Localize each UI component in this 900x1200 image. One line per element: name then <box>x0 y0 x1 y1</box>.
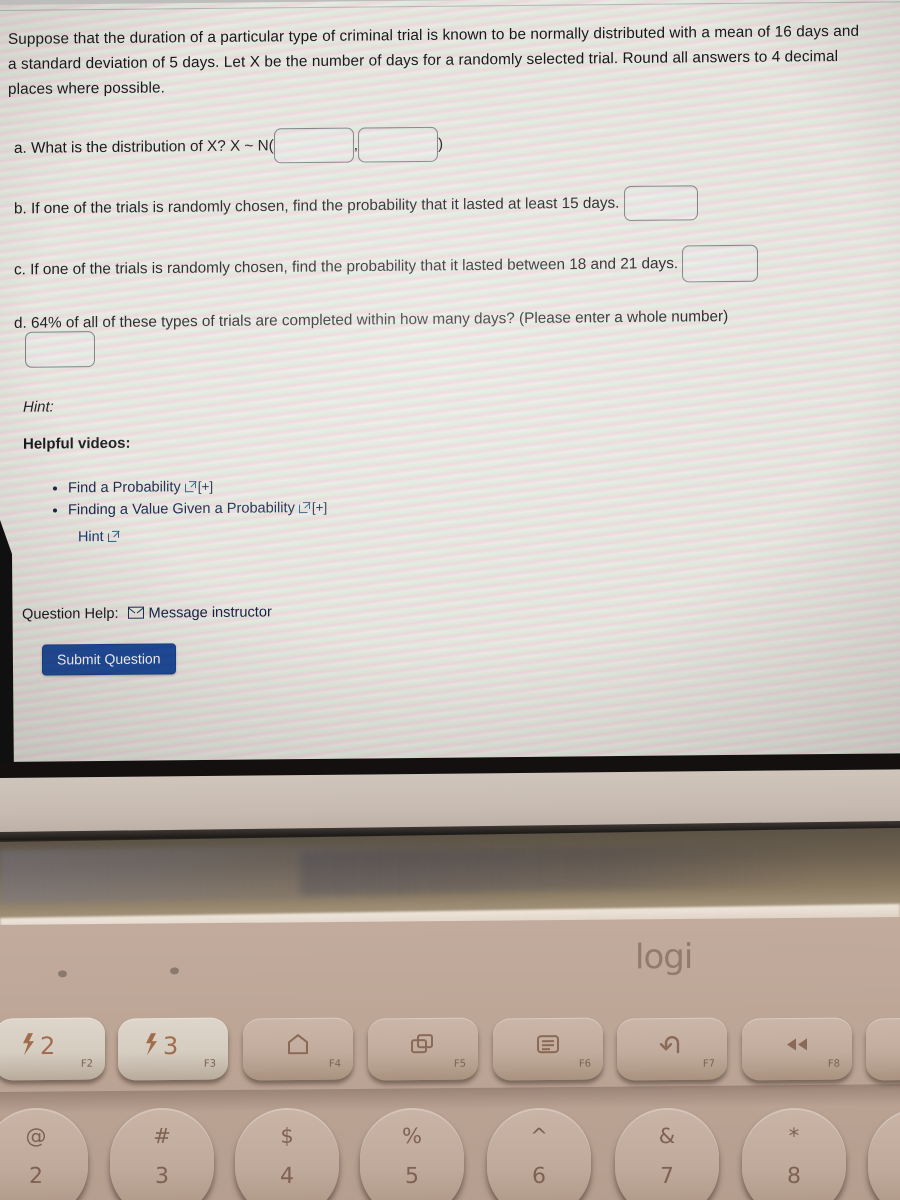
question-a-sd-input[interactable] <box>358 126 438 163</box>
key-symbol: * <box>788 1123 800 1149</box>
question-b: b. If one of the trials is randomly chos… <box>14 185 698 227</box>
key-symbol: $ <box>280 1123 294 1149</box>
hint-link-row: Hint <box>78 529 121 545</box>
photo-scene: Suppose that the duration of a particula… <box>0 0 900 1200</box>
key-label-f4: F4 <box>328 1058 341 1070</box>
key-4[interactable]: $ 4 <box>235 1107 339 1200</box>
key-label-f5: F5 <box>453 1058 466 1070</box>
key-number: 5 <box>405 1163 419 1190</box>
key-f5[interactable]: F5 <box>368 1017 478 1081</box>
keyboard-indicator-led <box>58 970 67 978</box>
question-a-close-paren: ) <box>438 135 444 153</box>
keyboard-indicator-led <box>170 967 179 975</box>
key-f4[interactable]: F4 <box>243 1017 353 1081</box>
key-symbol: ^ <box>530 1123 548 1149</box>
key-label-f8: F8 <box>827 1058 840 1070</box>
question-b-input[interactable] <box>623 185 698 222</box>
key-8[interactable]: * 8 <box>742 1107 846 1200</box>
question-d: d. 64% of all of these types of trials a… <box>14 304 728 336</box>
svg-text:3: 3 <box>163 1032 178 1057</box>
video-link-finding-a-value[interactable]: Finding a Value Given a Probability <box>68 500 295 518</box>
question-help-label: Question Help: <box>22 605 119 623</box>
svg-text:2: 2 <box>40 1032 55 1057</box>
list-item: Find a Probability [+] <box>68 476 327 499</box>
logi-brand-logo: logi <box>635 936 693 978</box>
key-f7[interactable]: F7 <box>617 1017 727 1081</box>
question-a: a. What is the distribution of X? X ~ N(… <box>14 126 444 166</box>
key-symbol: & <box>658 1123 676 1149</box>
home-icon <box>285 1032 311 1061</box>
key-number: 3 <box>155 1163 169 1190</box>
list-item: Finding a Value Given a Probability [+] <box>68 497 327 520</box>
key-f6[interactable]: F6 <box>493 1017 603 1081</box>
key-7[interactable]: & 7 <box>615 1107 719 1200</box>
external-link-icon <box>298 501 311 513</box>
key-label-f2: F2 <box>80 1058 93 1070</box>
key-symbol: % <box>402 1123 422 1149</box>
hint-title: Hint: <box>23 398 54 416</box>
key-f2[interactable]: 2 F2 <box>0 1017 105 1081</box>
question-b-label: b. If one of the trials is randomly chos… <box>14 194 620 218</box>
rewind-icon <box>782 1034 812 1059</box>
video-expand-toggle[interactable]: [+] <box>312 499 327 514</box>
key-6[interactable]: ^ 6 <box>487 1107 591 1200</box>
key-number: 7 <box>660 1163 674 1190</box>
brightness-down-icon: 2 <box>18 1031 82 1063</box>
laptop-screen: Suppose that the duration of a particula… <box>0 0 900 783</box>
external-link-icon <box>184 481 197 493</box>
question-a-mean-input[interactable] <box>273 127 354 164</box>
key-number: 2 <box>29 1163 43 1190</box>
key-number: 6 <box>532 1163 546 1190</box>
app-switcher-icon <box>409 1032 437 1061</box>
back-arrow-icon <box>658 1032 686 1061</box>
menu-list-icon <box>534 1032 562 1061</box>
question-d-input[interactable] <box>25 331 95 368</box>
problem-statement: Suppose that the duration of a particula… <box>8 22 860 98</box>
brightness-up-icon: 3 <box>141 1031 205 1063</box>
helpful-videos-list: Find a Probability [+] Finding a Value Gi… <box>46 476 327 522</box>
helpful-videos-label: Helpful videos: <box>23 434 131 453</box>
question-c-label: c. If one of the trials is randomly chos… <box>14 255 679 279</box>
external-link-icon <box>107 530 120 542</box>
key-label-f3: F3 <box>203 1058 216 1070</box>
question-d-label: d. 64% of all of these types of trials a… <box>14 308 729 332</box>
key-3[interactable]: # 3 <box>110 1107 214 1200</box>
question-a-label: a. What is the distribution of X? X ~ N( <box>14 137 274 157</box>
submit-question-button[interactable]: Submit Question <box>42 643 176 676</box>
key-number: 4 <box>280 1163 294 1190</box>
question-help-row: Question Help: Message instructor <box>22 604 272 622</box>
quiz-page: Suppose that the duration of a particula… <box>0 0 900 782</box>
video-link-find-a-probability[interactable]: Find a Probability <box>68 479 181 496</box>
envelope-icon <box>127 606 144 619</box>
key-f3[interactable]: 3 F3 <box>118 1017 228 1081</box>
key-f8[interactable]: F8 <box>742 1017 852 1081</box>
question-c-input[interactable] <box>682 244 759 283</box>
key-symbol: @ <box>25 1123 47 1149</box>
hint-link[interactable]: Hint <box>78 529 104 545</box>
key-f9[interactable] <box>866 1017 900 1081</box>
desk-reflection-secondary <box>300 843 820 896</box>
message-instructor-link[interactable]: Message instructor <box>149 604 272 621</box>
key-number: 8 <box>787 1163 801 1190</box>
question-c: c. If one of the trials is randomly chos… <box>14 244 759 289</box>
key-label-f7: F7 <box>702 1058 715 1070</box>
key-symbol: # <box>153 1123 171 1149</box>
key-5[interactable]: % 5 <box>360 1107 464 1200</box>
key-label-f6: F6 <box>578 1058 591 1070</box>
video-expand-toggle[interactable]: [+] <box>198 479 213 494</box>
